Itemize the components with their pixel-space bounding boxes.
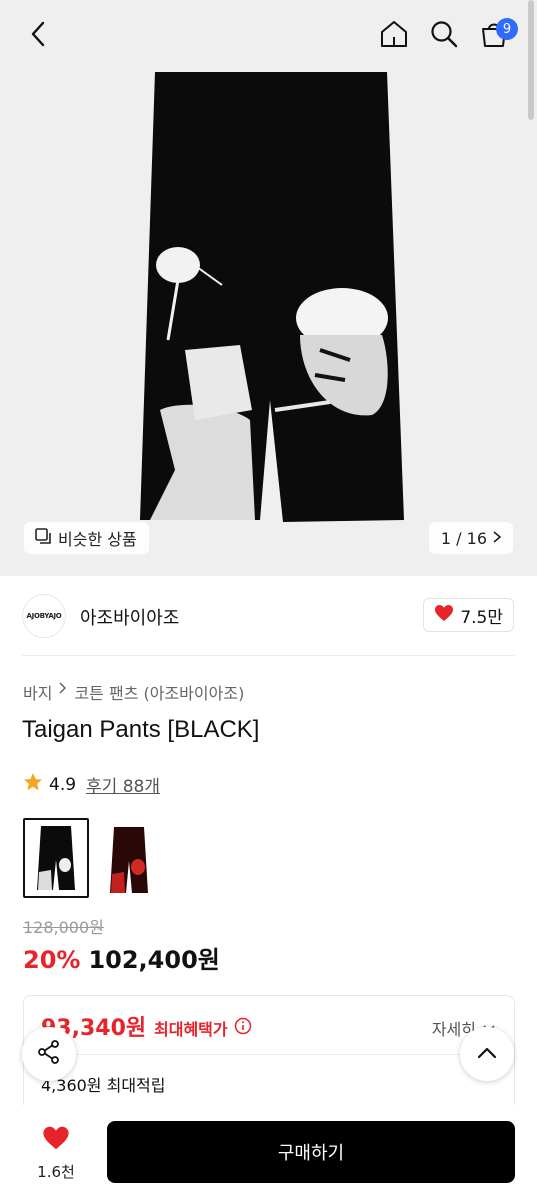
breadcrumb-subcategory[interactable]: 코튼 팬츠 (아조바이아조) (74, 680, 244, 704)
cart-count-badge: 9 (496, 18, 518, 40)
sale-price: 102,400원 (88, 946, 220, 974)
rating-value: 4.9 (49, 774, 77, 795)
brand-like-count: 7.5만 (460, 607, 503, 628)
product-title: Taigan Pants [BLACK] (22, 716, 260, 743)
similar-products-label: 비슷한 상품 (58, 530, 137, 549)
top-navigation: 9 (0, 0, 537, 72)
home-button[interactable] (372, 14, 416, 58)
share-icon (36, 1039, 62, 1069)
brand-logo-text: AJOBYAJO (26, 612, 62, 620)
wishlist-button[interactable]: 1.6천 (28, 1125, 84, 1182)
reviews-link[interactable]: 후기 88개 (86, 772, 160, 797)
star-icon (23, 772, 43, 797)
product-photo (0, 0, 537, 576)
home-icon (379, 19, 409, 53)
brand-like-button[interactable]: 7.5만 (423, 598, 514, 632)
brand-name[interactable]: 아조바이아조 (80, 604, 179, 630)
color-option-red[interactable] (95, 818, 161, 898)
share-button[interactable] (22, 1027, 76, 1081)
heart-icon (42, 1125, 70, 1155)
info-icon[interactable] (234, 1017, 252, 1039)
breadcrumb-category[interactable]: 바지 (23, 680, 52, 704)
cart-button[interactable]: 9 (472, 14, 518, 58)
search-icon (429, 19, 459, 53)
product-image-gallery[interactable]: 비슷한 상품 1 / 16 (0, 0, 537, 576)
image-pager[interactable]: 1 / 16 (428, 522, 513, 554)
brand-logo[interactable]: AJOBYAJO (22, 594, 66, 638)
color-option-black[interactable] (23, 818, 89, 898)
wish-count: 1.6천 (37, 1163, 75, 1181)
heart-icon (434, 604, 454, 627)
buy-button[interactable]: 구매하기 (107, 1121, 515, 1183)
brand-row[interactable]: AJOBYAJO 아조바이아조 7.5만 (0, 576, 537, 656)
breadcrumb: 바지 코튼 팬츠 (아조바이아조) (23, 680, 244, 704)
rating-summary[interactable]: 4.9 후기 88개 (23, 772, 160, 797)
max-benefit-box: 93,340원 최대혜택가 자세히 4,360원 최대적립 (23, 995, 515, 1115)
search-button[interactable] (422, 14, 466, 58)
discount-rate: 20% (23, 946, 81, 974)
max-benefit-label: 최대혜택가 (154, 1020, 228, 1039)
red-pants-thumbnail (96, 819, 160, 897)
divider (22, 655, 515, 656)
black-pants-thumbnail (25, 820, 87, 896)
sale-price-row: 20% 102,400원 (23, 940, 220, 975)
divider (41, 1054, 499, 1055)
scroll-to-top-button[interactable] (460, 1027, 514, 1081)
chevron-up-icon (476, 1045, 498, 1064)
back-button[interactable] (16, 14, 60, 58)
original-price: 128,000원 (23, 918, 104, 937)
similar-items-icon (34, 527, 52, 549)
similar-products-button[interactable]: 비슷한 상품 (24, 522, 149, 554)
bottom-action-bar: 1.6천 구매하기 (0, 1105, 537, 1200)
chevron-right-icon (491, 529, 503, 548)
chevron-left-icon (29, 20, 47, 52)
page-indicator: 1 / 16 (440, 528, 487, 548)
product-detail-page: 비슷한 상품 1 / 16 9 AJOBYAJO 아조바이아조 7.5만 바지 … (0, 0, 537, 1200)
chevron-right-icon (58, 680, 68, 704)
max-benefit-label-group[interactable]: 최대혜택가 (154, 1016, 252, 1040)
color-options (23, 818, 161, 898)
